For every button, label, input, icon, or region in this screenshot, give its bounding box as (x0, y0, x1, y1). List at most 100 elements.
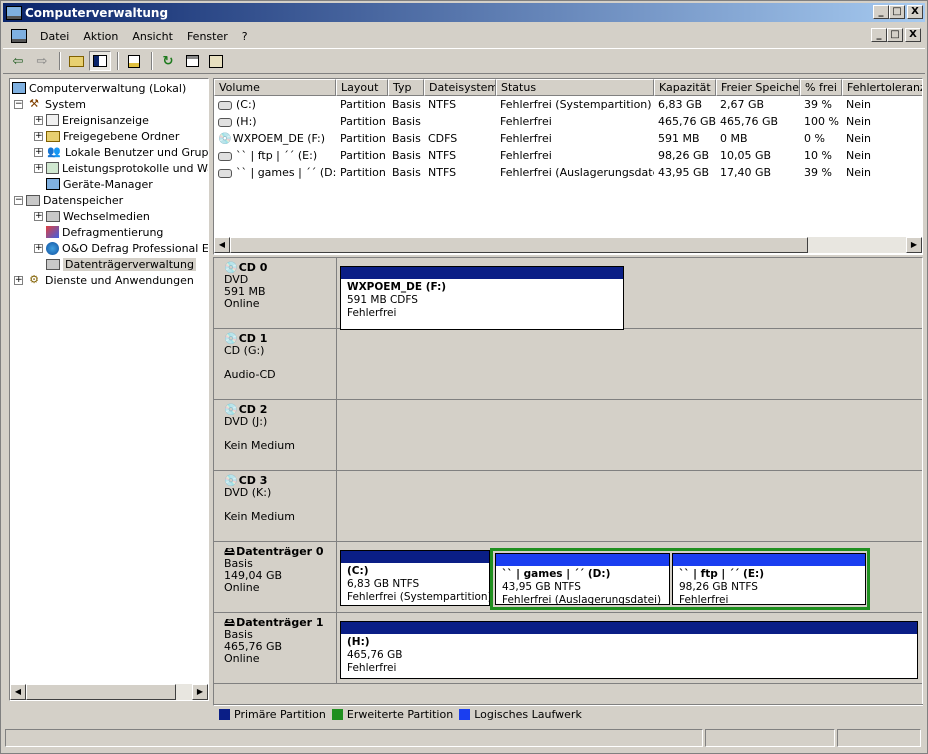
tree-item-lokale-benutzer[interactable]: +👥Lokale Benutzer und Gruppen (34, 144, 208, 160)
tree-item-geraete-manager[interactable]: Geräte-Manager (46, 176, 153, 192)
disk-label-cd3[interactable]: 💿CD 3 DVD (K:) Kein Medium (214, 471, 337, 541)
volume-cell-text: Partition (340, 132, 386, 145)
volume-name-cell[interactable]: 💿WXPOEM_DE (F:) (214, 130, 336, 147)
partition-c[interactable]: (C:) 6,83 GB NTFS Fehlerfrei (Systempartit… (340, 550, 492, 606)
expand-toggle[interactable]: + (34, 211, 43, 221)
child-restore-button[interactable]: □ (887, 28, 903, 42)
back-button[interactable]: ⇦ (7, 51, 29, 71)
volume-name-cell[interactable]: `` | ftp | ´´ (E:) (214, 147, 336, 164)
tree-item-wechselmedien[interactable]: + Wechselmedien (34, 208, 150, 224)
child-close-button[interactable]: X (905, 28, 921, 42)
column-header-freier-speicher[interactable]: Freier Speicher (716, 79, 800, 96)
scroll-right-button[interactable]: ▶ (192, 684, 208, 700)
column-header-dateisystem[interactable]: Dateisystem (424, 79, 496, 96)
up-level-button[interactable] (65, 51, 87, 71)
expand-toggle[interactable]: + (34, 243, 43, 253)
expand-toggle[interactable]: + (34, 163, 43, 173)
toolbar-separator (117, 52, 119, 70)
volume-cell-text: 17,40 GB (720, 166, 772, 179)
volume-cell-text: Fehlerfrei (Auslagerungsdatei) (500, 166, 654, 179)
primary-partition-bar (341, 622, 917, 634)
title-bar[interactable]: Computerverwaltung _ □ X (3, 3, 925, 22)
volume-cell: Basis (388, 164, 424, 181)
expand-toggle[interactable]: + (34, 147, 43, 157)
properties-button[interactable] (123, 51, 145, 71)
tree-item-freigegebene-ordner[interactable]: + Freigegebene Ordner (34, 128, 179, 144)
extended-partition[interactable]: `` | games | ´´ (D:) 43,95 GB NTFS Fehlerf… (490, 548, 870, 610)
window-title: Computerverwaltung (25, 5, 169, 20)
tree-horizontal-scrollbar[interactable]: ◀ ▶ (10, 684, 208, 700)
disk-row-disk0: 🖴Datenträger 0 Basis 149,04 GB Online (C… (214, 542, 922, 613)
disk-label-cd1[interactable]: 💿CD 1 CD (G:) Audio-CD (214, 329, 337, 399)
column-header-prozent-frei[interactable]: % frei (800, 79, 842, 96)
scroll-left-button[interactable]: ◀ (214, 237, 230, 253)
volume-cell: Nein (842, 130, 922, 147)
volume-cell: Fehlerfrei (Auslagerungsdatei) (496, 164, 654, 181)
column-header-layout[interactable]: Layout (336, 79, 388, 96)
disk-label-disk0[interactable]: 🖴Datenträger 0 Basis 149,04 GB Online (214, 542, 337, 612)
disk-label-cd2[interactable]: 💿CD 2 DVD (J:) Kein Medium (214, 400, 337, 470)
menu-ansicht[interactable]: Ansicht (125, 30, 180, 43)
logical-drive-d[interactable]: `` | games | ´´ (D:) 43,95 GB NTFS Fehlerf… (495, 553, 670, 606)
scroll-thumb[interactable] (230, 237, 808, 253)
column-header-typ[interactable]: Typ (388, 79, 424, 96)
disk-row-cd3: 💿CD 3 DVD (K:) Kein Medium (214, 471, 922, 542)
tree-item-datenspeicher[interactable]: − Datenspeicher (14, 192, 123, 208)
column-header-status[interactable]: Status (496, 79, 654, 96)
minimize-button[interactable]: _ (873, 5, 889, 19)
properties-icon (128, 54, 140, 68)
scroll-left-button[interactable]: ◀ (10, 684, 26, 700)
tree-item-system[interactable]: − ⚒ System (14, 96, 86, 112)
tree-item-computerverwaltung[interactable]: Computerverwaltung (Lokal) (12, 80, 186, 96)
maximize-button[interactable]: □ (889, 5, 905, 19)
export-list-icon (185, 55, 199, 67)
disk-label-cd0[interactable]: 💿CD 0 DVD 591 MB Online (214, 258, 337, 328)
forward-button[interactable]: ⇨ (31, 51, 53, 71)
refresh-button[interactable]: ↻ (157, 51, 179, 71)
expand-toggle[interactable]: + (14, 275, 23, 285)
tree-item-oo-defrag[interactable]: +O&O Defrag Professional Edition (34, 240, 208, 256)
close-button[interactable]: X (907, 5, 923, 19)
tree-item-leistungsprotokolle[interactable]: +Leistungsprotokolle und Warnungen (34, 160, 208, 176)
collapse-toggle[interactable]: − (14, 195, 23, 205)
logical-drive-e[interactable]: `` | ftp | ´´ (E:) 98,26 GB NTFS Fehlerfre… (672, 553, 866, 606)
menu-fenster[interactable]: Fenster (180, 30, 235, 43)
column-header-volume[interactable]: Volume (214, 79, 336, 96)
volume-cell: Basis (388, 130, 424, 147)
column-header-kapazitaet[interactable]: Kapazität (654, 79, 716, 96)
scroll-right-button[interactable]: ▶ (906, 237, 922, 253)
volume-cell-text: `` | ftp | ´´ (E:) (236, 149, 318, 162)
volume-name-cell[interactable]: `` | games | ´´ (D:) (214, 164, 336, 181)
volume-name-cell[interactable]: (H:) (214, 113, 336, 130)
expand-toggle[interactable]: + (34, 115, 43, 125)
help-button[interactable] (205, 51, 227, 71)
tree-item-ereignisanzeige[interactable]: + Ereignisanzeige (34, 112, 149, 128)
volume-cell-text: 100 % (804, 115, 839, 128)
partition-f[interactable]: WXPOEM_DE (F:) 591 MB CDFS Fehlerfrei (340, 266, 624, 330)
refresh-icon: ↻ (162, 53, 174, 69)
column-header-fehlertoleranz[interactable]: Fehlertoleranz (842, 79, 922, 96)
list-horizontal-scrollbar[interactable]: ◀ ▶ (214, 237, 922, 253)
show-hide-tree-button[interactable] (89, 51, 111, 71)
collapse-toggle[interactable]: − (14, 99, 23, 109)
console-tree: Computerverwaltung (Lokal) − ⚒ System + Ere… (9, 78, 209, 701)
volume-cell: NTFS (424, 147, 496, 164)
menu-datei[interactable]: Datei (33, 30, 76, 43)
export-list-button[interactable] (181, 51, 203, 71)
primary-swatch (219, 709, 230, 720)
menu-aktion[interactable]: Aktion (76, 30, 125, 43)
volume-list: Volume Layout Typ Dateisystem Status Kap… (213, 78, 923, 255)
scroll-thumb[interactable] (26, 684, 176, 700)
menu-help[interactable]: ? (235, 30, 255, 43)
volume-cell-text: 465,76 GB (720, 115, 779, 128)
tree-item-dienste[interactable]: + ⚙ Dienste und Anwendungen (14, 272, 194, 288)
event-viewer-icon (46, 114, 59, 126)
volume-name-cell[interactable]: (C:) (214, 96, 336, 113)
expand-toggle[interactable]: + (34, 131, 43, 141)
partition-h[interactable]: (H:) 465,76 GB Fehlerfrei (340, 621, 918, 679)
tree-item-defragmentierung[interactable]: Defragmentierung (46, 224, 163, 240)
mmc-document-icon[interactable] (11, 29, 27, 43)
child-minimize-button[interactable]: _ (871, 28, 887, 42)
disk-label-disk1[interactable]: 🖴Datenträger 1 Basis 465,76 GB Online (214, 613, 337, 683)
tree-item-datentraegerverwaltung[interactable]: Datenträgerverwaltung (46, 256, 196, 272)
